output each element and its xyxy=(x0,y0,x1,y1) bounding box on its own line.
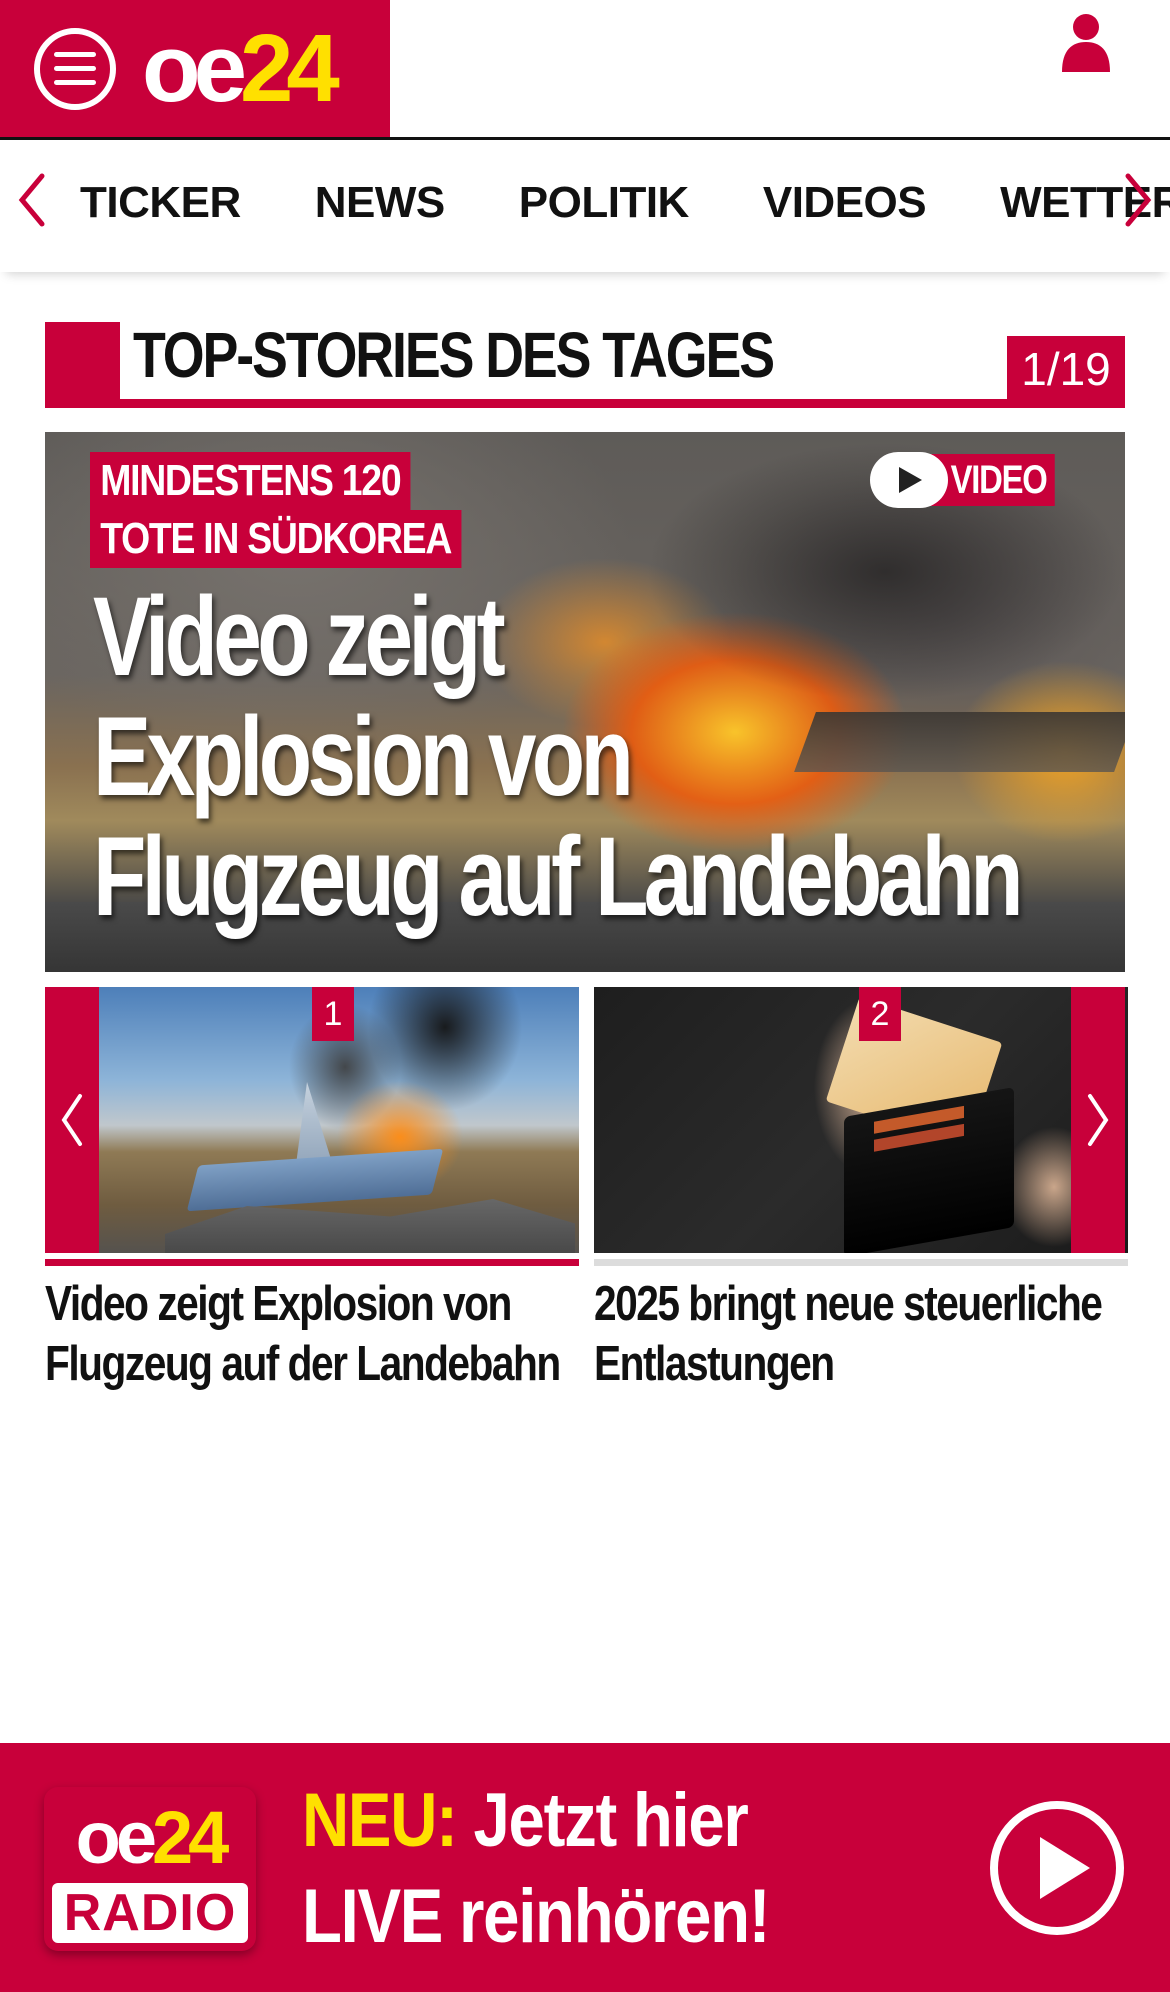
radio-logo-num: 24 xyxy=(152,1796,229,1879)
chevron-left-icon xyxy=(61,1094,82,1146)
nav-item-news[interactable]: NEWS xyxy=(315,178,446,228)
radio-logo-oe: oe xyxy=(75,1796,157,1879)
section-accent xyxy=(45,322,120,408)
radio-promo-highlight: NEU: xyxy=(302,1778,458,1863)
section-title: TOP-STORIES DES TAGES xyxy=(133,319,775,391)
logo-oe: oe xyxy=(142,14,247,122)
story-card[interactable]: 1 Video zeigt Explosion von Flugzeug auf… xyxy=(45,987,579,1394)
radio-logo: oe24 RADIO xyxy=(44,1787,256,1951)
story-slider: 1 Video zeigt Explosion von Flugzeug auf… xyxy=(45,987,1128,1391)
nav-item-politik[interactable]: POLITIK xyxy=(519,178,690,228)
slider-next-button[interactable] xyxy=(1071,987,1125,1253)
nav-item-ticker[interactable]: TICKER xyxy=(80,178,241,228)
site-logo[interactable]: oe24 xyxy=(142,20,340,117)
story-card-number: 2 xyxy=(859,987,901,1041)
hamburger-menu-icon[interactable] xyxy=(34,27,116,110)
story-card[interactable]: 2 2025 bringt neue steuerliche Entlastun… xyxy=(594,987,1128,1394)
story-card-title[interactable]: Video zeigt Explosion von Flugzeug auf d… xyxy=(45,1274,576,1394)
hero-headline-line: Video zeigt xyxy=(93,574,506,699)
menu-line xyxy=(54,80,96,85)
story-card-image: 2 xyxy=(594,987,1128,1253)
story-card-progress xyxy=(45,1259,579,1266)
play-circle-icon[interactable] xyxy=(988,1799,1126,1937)
section-underline xyxy=(45,399,1125,408)
menu-line xyxy=(54,52,96,57)
hero-kicker-line: TOTE IN SÜDKOREA xyxy=(90,510,462,568)
user-icon[interactable] xyxy=(1058,12,1114,72)
video-badge[interactable]: VIDEO xyxy=(870,452,1083,508)
nav-items: TICKER NEWS POLITIK VIDEOS WETTER xyxy=(80,178,1170,228)
image-plane-body xyxy=(186,1148,444,1212)
radio-promo-text: NEU: Jetzt hier LIVE reinhören! xyxy=(302,1773,771,1965)
hero-story[interactable]: MINDESTENS 120 TOTE IN SÜDKOREA Video ze… xyxy=(45,432,1125,972)
section-header: TOP-STORIES DES TAGES 1/19 xyxy=(45,319,1125,408)
play-icon xyxy=(870,452,949,508)
radio-logo-wordmark: oe24 xyxy=(44,1795,256,1881)
radio-banner[interactable]: oe24 RADIO NEU: Jetzt hier LIVE reinhöre… xyxy=(0,1743,1170,1992)
main-navigation: TICKER NEWS POLITIK VIDEOS WETTER xyxy=(0,140,1170,272)
chevron-right-icon[interactable] xyxy=(1118,170,1158,230)
radio-promo-line2: LIVE reinhören! xyxy=(302,1874,771,1959)
chevron-right-icon xyxy=(1088,1094,1109,1146)
brand-area: oe24 xyxy=(0,0,390,137)
chevron-left-icon[interactable] xyxy=(12,170,52,230)
nav-item-videos[interactable]: VIDEOS xyxy=(763,178,927,228)
site-header: oe24 xyxy=(0,0,1170,140)
story-card-progress xyxy=(594,1259,1128,1266)
hero-kicker: MINDESTENS 120 TOTE IN SÜDKOREA xyxy=(90,452,527,568)
hero-headline-line: Explosion von xyxy=(93,694,634,819)
logo-num: 24 xyxy=(240,14,340,122)
menu-line xyxy=(54,66,96,71)
hero-kicker-line: MINDESTENS 120 xyxy=(90,452,411,510)
story-card-image: 1 xyxy=(45,987,579,1253)
slider-prev-button[interactable] xyxy=(45,987,99,1253)
story-card-title[interactable]: 2025 bringt neue steuerliche Entlastunge… xyxy=(594,1274,1125,1394)
radio-logo-label: RADIO xyxy=(52,1883,248,1943)
hero-headline-line: Flugzeug auf Landebahn xyxy=(93,814,1024,939)
play-triangle-icon xyxy=(899,467,923,493)
radio-promo-line1: Jetzt hier xyxy=(473,1778,748,1863)
story-card-number: 1 xyxy=(312,987,354,1041)
radio-promo-line: NEU: Jetzt hier xyxy=(302,1773,769,1869)
hero-headline: Video zeigt Explosion von Flugzeug auf L… xyxy=(93,574,1024,939)
story-counter: 1/19 xyxy=(1007,336,1125,402)
image-wallet xyxy=(844,1087,1014,1253)
